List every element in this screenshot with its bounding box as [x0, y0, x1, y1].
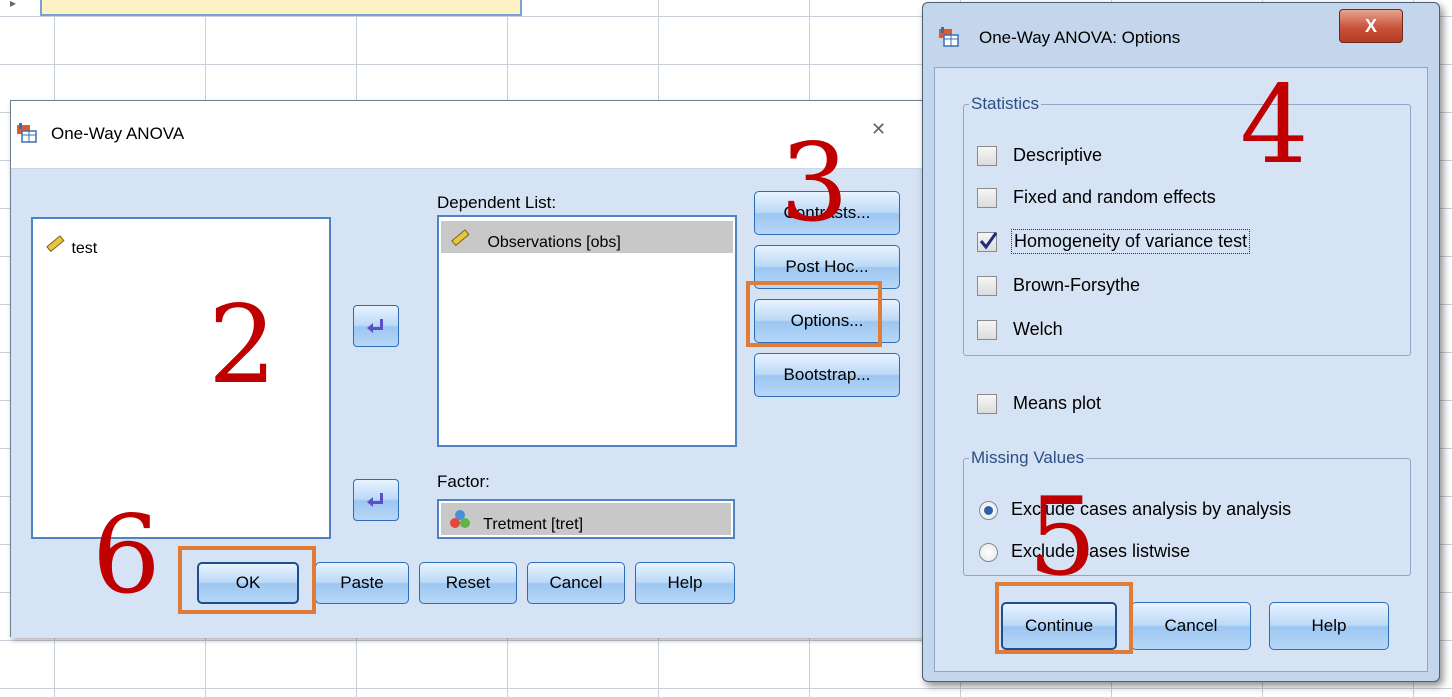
factor-label: Factor: [437, 472, 490, 491]
close-icon[interactable]: ✕ [871, 119, 886, 140]
options-dialog-title: One-Way ANOVA: Options [979, 28, 1181, 47]
spss-app-icon [939, 27, 959, 47]
brown-forsythe-checkbox[interactable] [977, 276, 997, 296]
variable-listbox[interactable]: test [31, 217, 331, 539]
list-item[interactable]: test [45, 233, 97, 258]
homogeneity-checkbox[interactable] [977, 232, 998, 252]
options-cancel-label: Cancel [1164, 616, 1218, 635]
brown-forsythe-label[interactable]: Brown-Forsythe [1013, 275, 1140, 296]
dependent-list-label: Dependent List: [437, 193, 557, 212]
means-plot-checkbox[interactable] [977, 394, 997, 414]
factor-variable-name: Tretment [tret] [483, 516, 584, 533]
factor-field[interactable]: Tretment [tret] [437, 499, 735, 539]
close-button[interactable]: X [1339, 9, 1403, 43]
options-cancel-button[interactable]: Cancel [1131, 602, 1251, 650]
options-help-button[interactable]: Help [1269, 602, 1389, 650]
arrow-left-icon [367, 319, 383, 333]
reset-label: Reset [445, 573, 491, 592]
paste-label: Paste [340, 573, 384, 592]
bootstrap-label: Bootstrap... [783, 365, 871, 384]
fixed-random-effects-checkbox[interactable] [977, 188, 997, 208]
help-button[interactable]: Help [635, 562, 735, 604]
reset-button[interactable]: Reset [419, 562, 517, 604]
dialog-title: One-Way ANOVA [51, 124, 185, 143]
exclude-analysis-radio[interactable] [979, 501, 998, 520]
step-number-2: 2 [208, 283, 277, 408]
welch-label[interactable]: Welch [1013, 319, 1063, 340]
options-help-label: Help [1311, 616, 1347, 635]
move-to-dependent-button[interactable] [353, 305, 399, 347]
missing-values-group-label: Missing Values [969, 448, 1087, 468]
spss-app-icon [17, 123, 37, 143]
list-item[interactable]: Observations [obs] [441, 221, 733, 253]
ruler-icon [449, 227, 483, 252]
statistics-group-label: Statistics [969, 94, 1042, 114]
step-number-6: 6 [92, 493, 161, 618]
step-number-4: 4 [1240, 63, 1309, 188]
radio-selected-dot [984, 506, 993, 515]
cell-editor[interactable] [40, 0, 522, 16]
cancel-label: Cancel [549, 573, 603, 592]
bootstrap-button[interactable]: Bootstrap... [754, 353, 900, 397]
help-label: Help [667, 573, 703, 592]
arrow-left-icon [367, 493, 383, 507]
dependent-variable-name: Observations [obs] [487, 234, 621, 251]
close-icon: X [1364, 15, 1377, 36]
means-plot-label[interactable]: Means plot [1013, 393, 1101, 414]
move-to-factor-button[interactable] [353, 479, 399, 521]
checkmark-icon [979, 232, 998, 250]
descriptive-label[interactable]: Descriptive [1013, 145, 1102, 166]
ruler-icon [45, 233, 67, 258]
options-highlight-box [746, 281, 882, 347]
fixed-random-effects-label[interactable]: Fixed and random effects [1013, 187, 1216, 208]
post-hoc-label: Post Hoc... [785, 257, 869, 276]
factor-value-row: Tretment [tret] [441, 503, 731, 535]
ok-highlight-box [178, 546, 316, 614]
homogeneity-label[interactable]: Homogeneity of variance test [1011, 229, 1251, 254]
dependent-listbox[interactable]: Observations [obs] [437, 215, 737, 447]
anova-options-dialog: One-Way ANOVA: Options X Statistics Desc… [922, 2, 1440, 682]
variable-name: test [71, 240, 98, 257]
nominal-icon [449, 509, 479, 534]
step-number-3: 3 [780, 121, 849, 246]
paste-button[interactable]: Paste [315, 562, 409, 604]
descriptive-checkbox[interactable] [977, 146, 997, 166]
welch-checkbox[interactable] [977, 320, 997, 340]
row-indicator-icon: ▸ [10, 0, 17, 10]
exclude-listwise-radio[interactable] [979, 543, 998, 562]
cancel-button[interactable]: Cancel [527, 562, 625, 604]
step-number-5: 5 [1028, 475, 1097, 600]
